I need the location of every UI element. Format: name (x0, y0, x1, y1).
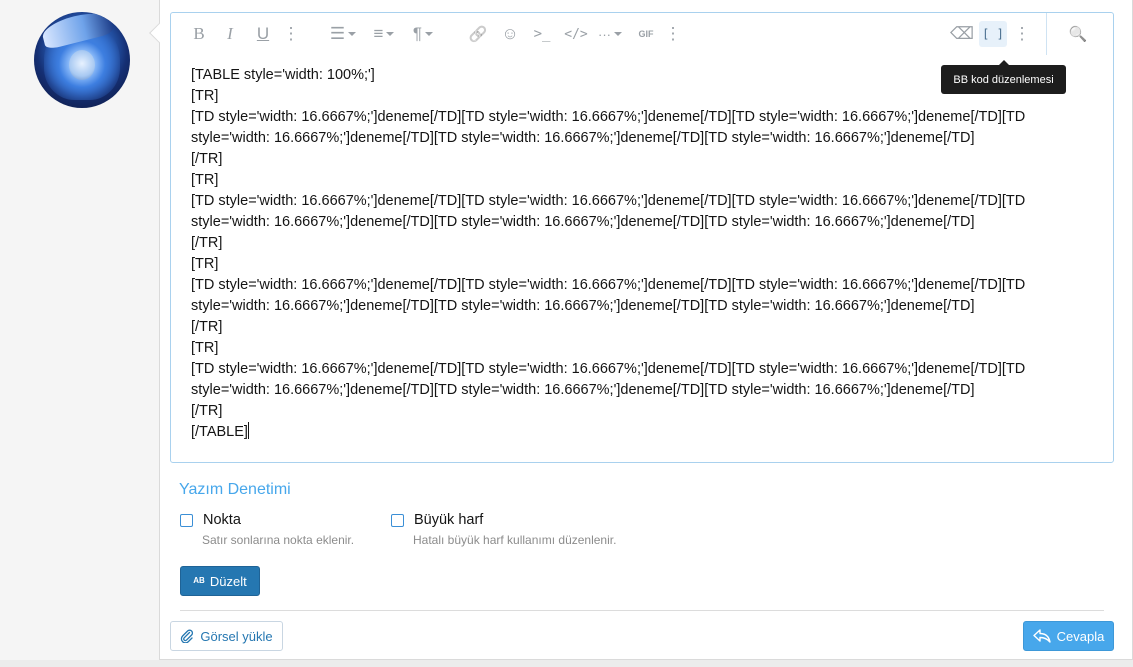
editor-line: [TD style='width: 16.6667%;']deneme[/TD]… (191, 277, 1026, 293)
fix-button-label: Düzelt (209, 573, 247, 589)
user-sidebar (0, 0, 160, 660)
more-text-options-icon[interactable]: ⋮ (283, 23, 300, 45)
divider (180, 610, 1104, 611)
upload-label: Görsel yükle (200, 628, 273, 644)
avatar[interactable] (34, 12, 130, 108)
insert-dropdown-icon[interactable]: ··· (595, 23, 625, 45)
remove-formatting-icon[interactable]: ⌫ (950, 23, 974, 45)
gif-icon[interactable]: GIF (635, 23, 657, 45)
editor-content[interactable]: [TABLE style='width: 100%;'] [TR] [TD styl… (191, 65, 1091, 443)
editor-line: [TD style='width: 16.6667%;']deneme[/TD]… (191, 361, 1026, 377)
nokta-hint: Satır sonlarına nokta eklenir. (202, 533, 355, 547)
editor-line: [/TR] (191, 151, 223, 167)
editor-line: [TR] (191, 256, 219, 272)
editor-line: [/TABLE] (191, 424, 248, 440)
align-dropdown-icon[interactable]: ≡ (369, 23, 399, 45)
text-cursor (247, 422, 249, 439)
editor-line: [TR] (191, 172, 219, 188)
list-dropdown-icon[interactable]: ☰ (327, 23, 359, 45)
editor-line: [TD style='width: 16.6667%;']deneme[/TD]… (191, 109, 1026, 125)
reply-label: Cevapla (1056, 628, 1105, 644)
bbcode-toggle-icon[interactable]: [ ] (979, 21, 1007, 47)
fix-button[interactable]: AB Düzelt (180, 566, 260, 596)
paragraph-dropdown-icon[interactable]: ¶ (409, 23, 437, 45)
reply-icon (1032, 629, 1051, 643)
nokta-option[interactable]: Nokta (180, 512, 241, 528)
nokta-label: Nokta (203, 512, 241, 528)
reply-panel: B I U ⋮ ☰ ≡ ¶ 🔗 ☺ >_ </> ··· GIF ⋮ ⌫ [ ]… (160, 0, 1133, 660)
toolbar-separator (1046, 13, 1047, 55)
code-icon[interactable]: </> (563, 23, 589, 45)
editor-line: style='width: 16.6667%;']deneme[/TD][TD … (191, 298, 975, 314)
reply-button[interactable]: Cevapla (1023, 621, 1114, 651)
editor-line: style='width: 16.6667%;']deneme[/TD][TD … (191, 382, 975, 398)
editor-line: style='width: 16.6667%;']deneme[/TD][TD … (191, 214, 975, 230)
buyuk-harf-option[interactable]: Büyük harf (391, 512, 483, 528)
editor-line: [/TR] (191, 235, 223, 251)
smilie-icon[interactable]: ☺ (499, 23, 521, 45)
bold-button[interactable]: B (191, 23, 207, 45)
nokta-checkbox[interactable] (180, 513, 193, 527)
spellcheck-icon: AB (193, 576, 205, 585)
avatar-face (69, 50, 95, 80)
upload-image-button[interactable]: Görsel yükle (170, 621, 283, 651)
editor-toolbar: B I U ⋮ ☰ ≡ ¶ 🔗 ☺ >_ </> ··· GIF ⋮ ⌫ [ ]… (171, 13, 1113, 55)
more-toolbar-icon[interactable]: ⋮ (1014, 23, 1031, 45)
buyuk-harf-checkbox[interactable] (391, 513, 404, 527)
buyuk-harf-hint: Hatalı büyük harf kullanımı düzenlenir. (413, 533, 617, 547)
editor-line: style='width: 16.6667%;']deneme[/TD][TD … (191, 130, 975, 146)
bbcode-editor[interactable]: B I U ⋮ ☰ ≡ ¶ 🔗 ☺ >_ </> ··· GIF ⋮ ⌫ [ ]… (170, 12, 1114, 463)
spellcheck-title: Yazım Denetimi (179, 481, 291, 498)
inline-code-icon[interactable]: >_ (529, 23, 555, 45)
buyuk-harf-label: Büyük harf (414, 512, 484, 528)
underline-button[interactable]: U (255, 23, 271, 45)
editor-line: [/TR] (191, 403, 223, 419)
paperclip-icon (181, 629, 194, 643)
preview-icon[interactable]: 🔍 (1067, 23, 1089, 45)
bbcode-tooltip: BB kod düzenlemesi (941, 60, 1066, 94)
editor-line: [/TR] (191, 319, 223, 335)
link-icon[interactable]: 🔗 (467, 23, 489, 45)
italic-button[interactable]: I (223, 23, 237, 45)
more-options-icon[interactable]: ⋮ (665, 23, 682, 45)
editor-line: [TD style='width: 16.6667%;']deneme[/TD]… (191, 193, 1026, 209)
editor-line: [TR] (191, 340, 219, 356)
